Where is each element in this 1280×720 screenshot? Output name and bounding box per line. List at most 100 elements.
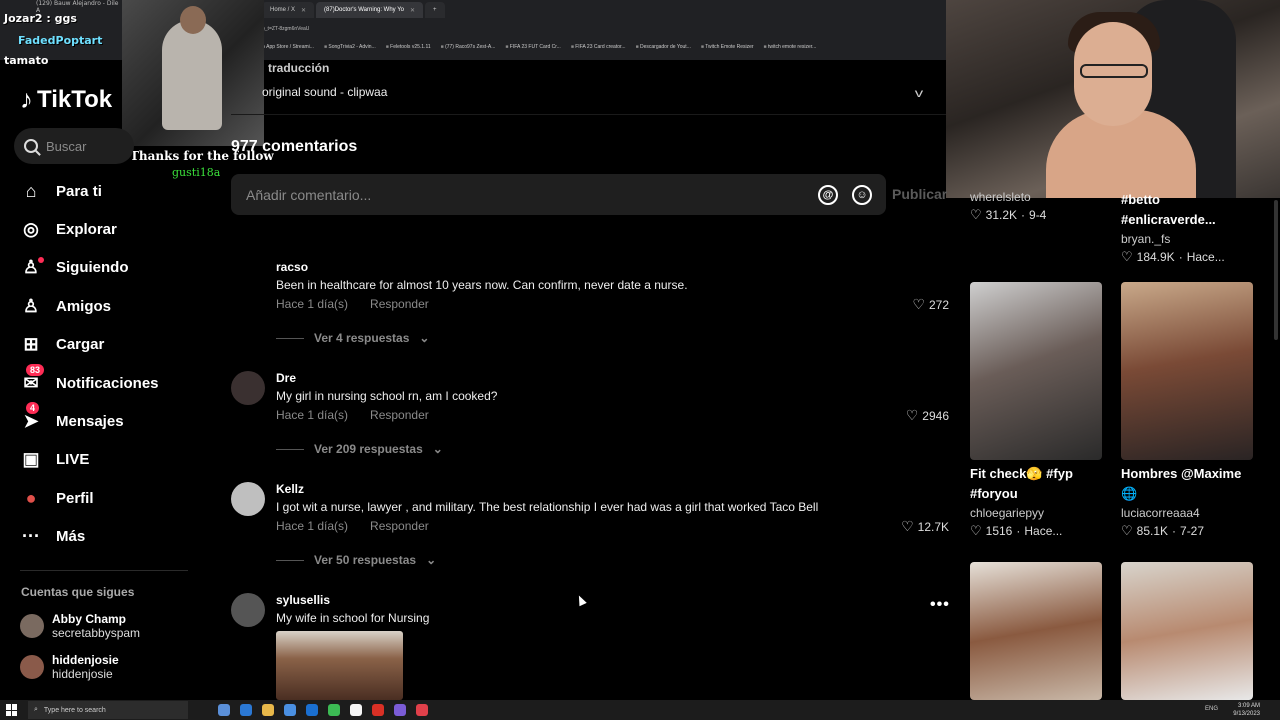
bookmark[interactable]: FIFA 23 FUT Card Cr... — [505, 44, 561, 50]
video-thumbnail[interactable] — [1121, 562, 1253, 700]
like-count: 2946 — [922, 408, 949, 423]
account-name: Abby Champ — [52, 612, 127, 626]
tab-home-x[interactable]: Home / X ✕ — [262, 2, 315, 18]
mention-icon[interactable]: @ — [818, 184, 838, 205]
reply-button[interactable]: Responder — [370, 519, 429, 533]
sidebar-item-siguiendo[interactable]: ♙ Siguiendo — [20, 249, 159, 287]
app-icon[interactable] — [394, 704, 406, 716]
store-icon[interactable] — [284, 704, 296, 716]
app-icon[interactable] — [372, 704, 384, 716]
clip-person-head — [180, 6, 206, 34]
file-explorer-icon[interactable] — [262, 704, 274, 716]
related-video-card[interactable]: Hombres @Maxime 🌐 luciacorreaaa4 ♡ 85.1K ·… — [1121, 282, 1253, 539]
reply-button[interactable]: Responder — [370, 408, 429, 422]
bookmark[interactable]: FIFA 23 Card creator... — [571, 44, 625, 50]
sidebar-item-notificaciones[interactable]: ✉ 83 Notificaciones — [20, 363, 159, 402]
tiktok-logo[interactable]: ♪ TikTok — [20, 84, 112, 115]
sound-title[interactable]: original sound - clipwaa — [262, 85, 387, 99]
video-author[interactable]: bryan._fs — [1121, 232, 1253, 246]
related-video-card[interactable]: Fit check🫣 #fyp #foryou chloegariepyy ♡ 1… — [970, 282, 1102, 539]
sidebar-item-amigos[interactable]: ♙ Amigos — [20, 287, 159, 325]
publish-button[interactable]: Publicar — [892, 186, 947, 202]
sidebar-item-explorar[interactable]: ◎ Explorar — [20, 210, 159, 248]
view-replies-button[interactable]: Ver 209 respuestas ⌄ — [276, 442, 443, 456]
followed-account[interactable]: Abby Champ secretabbyspam — [20, 612, 140, 640]
related-video-card[interactable]: #betto #enlicraverde... bryan._fs ♡ 184.9… — [1121, 186, 1253, 265]
comment-username[interactable]: Dre — [276, 371, 296, 385]
bookmark[interactable]: twitch emote resizer... — [764, 44, 816, 50]
video-author[interactable]: wherelsleto — [970, 190, 1102, 204]
avatar[interactable] — [231, 482, 265, 516]
related-video-card[interactable] — [970, 562, 1102, 700]
related-video-card[interactable] — [1121, 562, 1253, 700]
scrollbar[interactable] — [1274, 200, 1278, 340]
comment-meta: Hace 1 día(s) Responder — [276, 408, 429, 422]
taskbar-clock[interactable]: 3:09 AM 9/13/2023 — [1233, 702, 1260, 718]
related-video-card[interactable]: wherelsleto ♡ 31.2K · 9-4 — [970, 188, 1102, 223]
sidebar-item-para-ti[interactable]: ⌂ Para ti — [20, 172, 159, 210]
bookmark[interactable]: SongTrivia2 - Advin... — [324, 44, 375, 50]
bookmark[interactable]: Twitch Emote Resizer — [701, 44, 753, 50]
comment-meta: Hace 1 día(s) Responder — [276, 297, 429, 311]
taskbar-search-placeholder: Type here to search — [43, 706, 106, 714]
video-thumbnail[interactable] — [970, 282, 1102, 460]
bookmark[interactable]: App Store / Streami... — [262, 44, 314, 50]
bookmark[interactable]: (77) Raco97s Zest-A... — [441, 44, 495, 50]
video-thumbnail[interactable] — [970, 562, 1102, 700]
video-author[interactable]: chloegariepyy — [970, 506, 1102, 520]
bookmark[interactable]: Descargador de Yout... — [636, 44, 691, 50]
taskbar-search[interactable]: ⌕ Type here to search — [28, 701, 188, 719]
account-handle: secretabbyspam — [52, 626, 141, 640]
bookmark[interactable]: Feletools v25.1.11 — [386, 44, 431, 50]
video-author[interactable]: luciacorreaaa4 — [1121, 506, 1253, 520]
avatar[interactable] — [231, 593, 265, 627]
comment-username[interactable]: Kellz — [276, 482, 304, 496]
outlook-icon[interactable] — [306, 704, 318, 716]
like-button[interactable]: ♡ 12.7K — [901, 518, 949, 535]
see-translation-link[interactable]: traducción — [268, 61, 329, 75]
comment-username[interactable]: sylusellis — [276, 593, 330, 607]
like-button[interactable]: ♡ 272 — [912, 296, 949, 313]
sidebar-item-perfil[interactable]: ● Perfil — [20, 479, 159, 517]
view-replies-button[interactable]: Ver 50 respuestas ⌄ — [276, 553, 436, 567]
sidebar-item-mas[interactable]: ··· Más — [20, 518, 159, 556]
chrome-icon[interactable] — [350, 704, 362, 716]
windows-taskbar: ⌕ Type here to search ENG 3:09 AM 9/13/20… — [0, 700, 1280, 720]
reply-button[interactable]: Responder — [370, 297, 429, 311]
comment-username[interactable]: racso — [276, 260, 308, 274]
comment-attached-image[interactable] — [276, 631, 403, 700]
obs-icon[interactable] — [416, 704, 428, 716]
avatar[interactable] — [231, 371, 265, 405]
tab-doctors-warning[interactable]: (87)Doctor's Warning: Why Yo ✕ — [316, 2, 424, 18]
video-likes: 184.9K — [1136, 250, 1175, 264]
friends-icon: ♙ — [22, 295, 40, 316]
taskbar-apps — [218, 704, 428, 716]
view-replies-button[interactable]: Ver 4 respuestas ⌄ — [276, 331, 429, 345]
task-view-icon[interactable] — [218, 704, 230, 716]
close-icon[interactable]: ✕ — [410, 7, 415, 14]
replies-label: Ver 4 respuestas — [314, 331, 410, 345]
video-thumbnail[interactable] — [1121, 282, 1253, 460]
chevron-down-icon: ⌄ — [419, 331, 430, 345]
sidebar-item-live[interactable]: ▣ LIVE — [20, 441, 159, 479]
emoji-icon[interactable]: ☺ — [852, 184, 872, 205]
avatar[interactable] — [231, 260, 265, 294]
search-input[interactable]: Buscar — [14, 128, 134, 164]
sidebar-item-cargar[interactable]: ⊞ Cargar — [20, 326, 159, 364]
new-tab-button[interactable]: + — [425, 2, 445, 18]
close-icon[interactable]: ✕ — [301, 7, 306, 14]
chevron-down-icon[interactable]: v — [915, 86, 923, 100]
sidebar-item-mensajes[interactable]: ➤ 4 Mensajes — [20, 402, 159, 440]
home-icon: ⌂ — [25, 180, 37, 201]
more-options-icon[interactable]: ••• — [930, 596, 950, 614]
address-bar[interactable]: b_t=ZT-8zgm6nVeaU — [262, 26, 309, 32]
heart-icon: ♡ — [901, 518, 914, 534]
edge-icon[interactable] — [240, 704, 252, 716]
followed-account[interactable]: hiddenjosie hiddenjosie — [20, 653, 119, 681]
spotify-icon[interactable] — [328, 704, 340, 716]
comment-input[interactable]: Añadir comentario... @ ☺ — [231, 174, 886, 215]
chevron-down-icon: ⌄ — [432, 442, 443, 456]
windows-start-icon[interactable] — [6, 704, 18, 716]
language-indicator[interactable]: ENG — [1205, 706, 1218, 712]
like-button[interactable]: ♡ 2946 — [906, 407, 949, 424]
